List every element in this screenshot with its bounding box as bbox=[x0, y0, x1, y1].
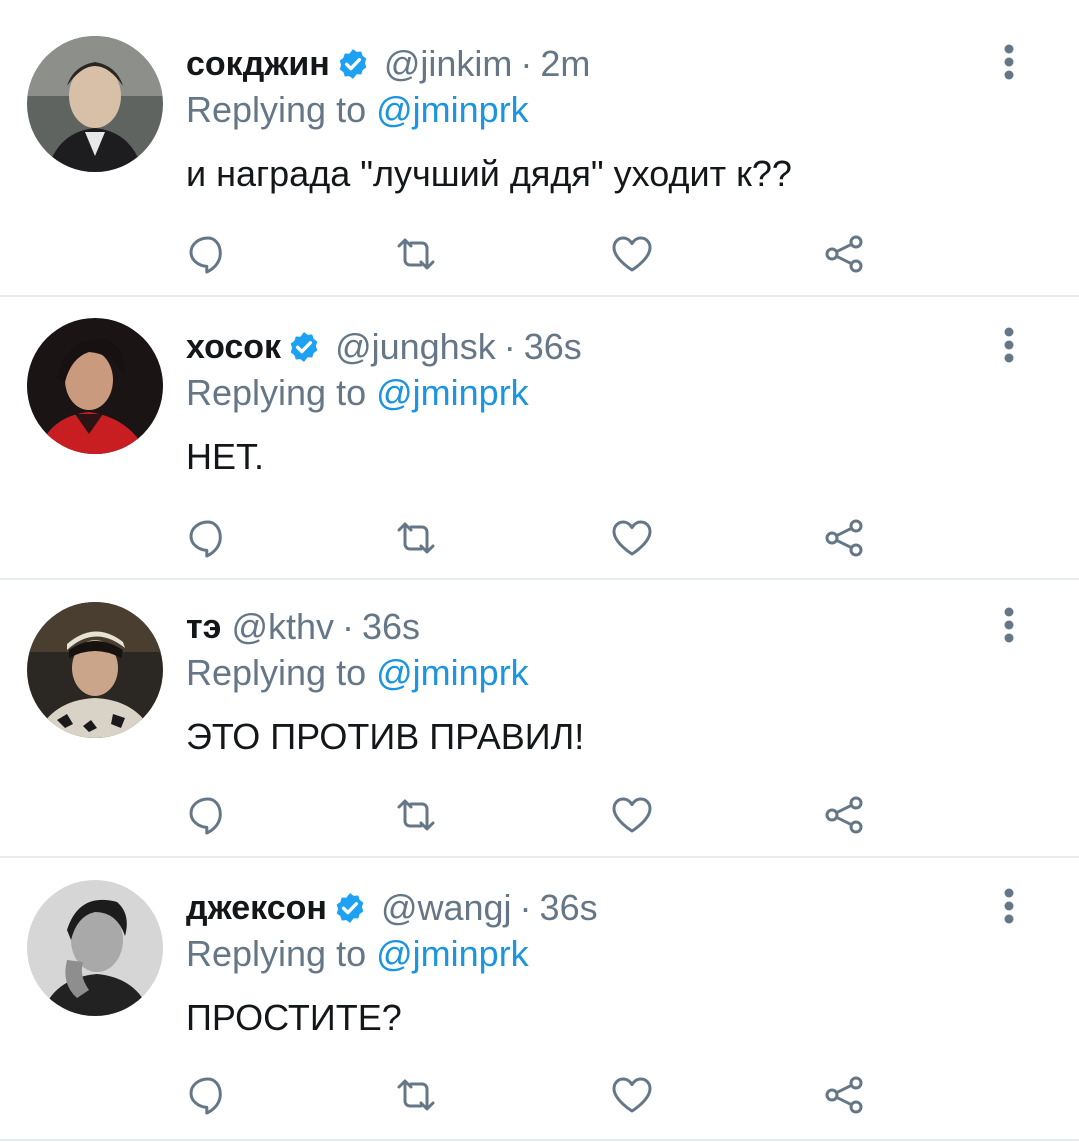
timestamp[interactable]: 36s bbox=[524, 325, 582, 369]
mention-link[interactable]: @jminprk bbox=[376, 652, 529, 693]
mention-link[interactable]: @jminprk bbox=[376, 89, 529, 130]
tweet-feed: сокджин @jinkim · 2m Replying to @jminpr… bbox=[0, 0, 1079, 1142]
reply-icon[interactable] bbox=[186, 232, 230, 276]
more-vertical-icon[interactable] bbox=[996, 325, 1022, 365]
replying-to: Replying to @jminprk bbox=[186, 88, 529, 132]
avatar[interactable] bbox=[27, 36, 163, 172]
retweet-icon[interactable] bbox=[394, 793, 438, 837]
mention-link[interactable]: @jminprk bbox=[376, 372, 529, 413]
tweet[interactable]: сокджин @jinkim · 2m Replying to @jminpr… bbox=[0, 0, 1079, 296]
replying-to-label: Replying to bbox=[186, 89, 367, 130]
tweet[interactable]: джексон @wangj · 36s Replying to @jminpr… bbox=[0, 858, 1079, 1140]
user-handle[interactable]: @wangj bbox=[381, 886, 512, 930]
timestamp[interactable]: 36s bbox=[540, 886, 598, 930]
avatar[interactable] bbox=[27, 880, 163, 1016]
replying-to-label: Replying to bbox=[186, 933, 367, 974]
retweet-icon[interactable] bbox=[394, 232, 438, 276]
more-vertical-icon[interactable] bbox=[996, 605, 1022, 645]
more-vertical-icon[interactable] bbox=[996, 42, 1022, 82]
heart-icon[interactable] bbox=[610, 232, 654, 276]
share-icon[interactable] bbox=[822, 1073, 866, 1117]
action-bar bbox=[186, 793, 886, 837]
tweet[interactable]: хосок @junghsk · 36s Replying to @jminpr… bbox=[0, 297, 1079, 578]
verified-badge-icon bbox=[336, 47, 370, 81]
user-handle[interactable]: @kthv bbox=[231, 605, 334, 649]
replying-to-label: Replying to bbox=[186, 652, 367, 693]
reply-icon[interactable] bbox=[186, 1073, 230, 1117]
replying-to: Replying to @jminprk bbox=[186, 932, 529, 976]
replying-to-label: Replying to bbox=[186, 372, 367, 413]
tweet-text: и награда "лучший дядя" уходит к?? bbox=[186, 153, 792, 194]
tweet-text: НЕТ. bbox=[186, 436, 265, 477]
share-icon[interactable] bbox=[822, 793, 866, 837]
more-vertical-icon[interactable] bbox=[996, 886, 1022, 926]
divider bbox=[0, 1139, 1079, 1141]
display-name[interactable]: сокджин bbox=[186, 42, 330, 86]
action-bar bbox=[186, 516, 886, 560]
mention-link[interactable]: @jminprk bbox=[376, 933, 529, 974]
replying-to: Replying to @jminprk bbox=[186, 651, 529, 695]
replying-to: Replying to @jminprk bbox=[186, 371, 529, 415]
display-name[interactable]: джексон bbox=[186, 886, 327, 930]
timestamp[interactable]: 36s bbox=[362, 605, 420, 649]
verified-badge-icon bbox=[333, 891, 367, 925]
verified-badge-icon bbox=[287, 330, 321, 364]
separator-dot: · bbox=[520, 43, 533, 84]
retweet-icon[interactable] bbox=[394, 516, 438, 560]
separator-dot: · bbox=[519, 887, 532, 928]
heart-icon[interactable] bbox=[610, 516, 654, 560]
user-handle[interactable]: @jinkim bbox=[384, 42, 513, 86]
share-icon[interactable] bbox=[822, 232, 866, 276]
reply-icon[interactable] bbox=[186, 793, 230, 837]
action-bar bbox=[186, 1073, 886, 1117]
avatar[interactable] bbox=[27, 318, 163, 454]
timestamp[interactable]: 2m bbox=[540, 42, 590, 86]
tweet-text: ПРОСТИТЕ? bbox=[186, 997, 402, 1038]
retweet-icon[interactable] bbox=[394, 1073, 438, 1117]
heart-icon[interactable] bbox=[610, 1073, 654, 1117]
action-bar bbox=[186, 232, 886, 276]
avatar[interactable] bbox=[27, 602, 163, 738]
heart-icon[interactable] bbox=[610, 793, 654, 837]
tweet-text: ЭТО ПРОТИВ ПРАВИЛ! bbox=[186, 716, 585, 757]
display-name[interactable]: хосок bbox=[186, 325, 281, 369]
separator-dot: · bbox=[503, 326, 516, 367]
share-icon[interactable] bbox=[822, 516, 866, 560]
tweet[interactable]: тэ @kthv · 36s Replying to @jminprk ЭТО … bbox=[0, 580, 1079, 856]
reply-icon[interactable] bbox=[186, 516, 230, 560]
separator-dot: · bbox=[342, 606, 355, 647]
user-handle[interactable]: @junghsk bbox=[335, 325, 496, 369]
display-name[interactable]: тэ bbox=[186, 605, 221, 649]
